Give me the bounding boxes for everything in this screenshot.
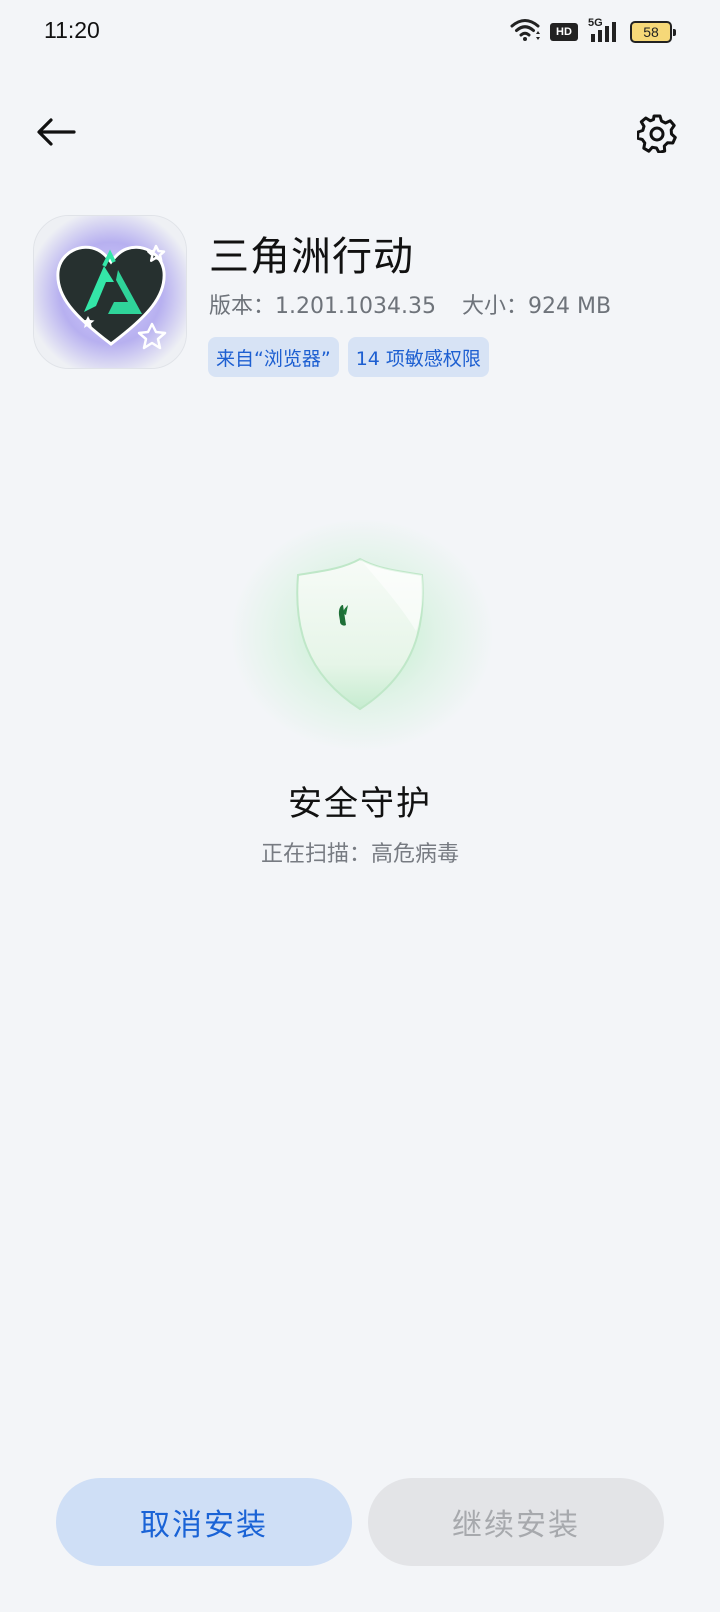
back-button[interactable]: [30, 112, 82, 156]
size-label: 大小：: [461, 294, 528, 319]
shield-icon: [290, 555, 430, 713]
version-label: 版本：: [209, 294, 276, 319]
game-app-icon: [33, 215, 187, 369]
hd-label: HD: [556, 26, 572, 38]
5g-signal-icon: 5G: [588, 17, 620, 44]
scan-title: 安全守护: [288, 784, 432, 824]
scan-subtitle: 正在扫描：高危病毒: [260, 842, 459, 867]
tag-list: 来自“浏览器” 14 项敏感权限: [208, 337, 489, 377]
settings-button[interactable]: [632, 110, 682, 160]
install-screen: 11:20 HD 5G 58 三角洲行动 版本：1.201.1034.35 大小…: [0, 0, 720, 1612]
continue-install-button[interactable]: 继续安装: [368, 1478, 664, 1566]
app-name: 三角洲行动: [209, 234, 414, 280]
wifi-icon: [510, 18, 540, 46]
gear-icon: [636, 113, 677, 157]
status-icons: HD 5G 58: [510, 17, 676, 46]
version-value: 1.201.1034.35: [275, 294, 436, 319]
arrow-left-icon: [36, 117, 76, 151]
status-time: 11:20: [44, 17, 100, 43]
source-tag[interactable]: 来自“浏览器”: [208, 337, 339, 377]
battery-level: 58: [643, 24, 659, 40]
hd-voice-icon: HD: [550, 23, 578, 41]
status-bar: 11:20 HD 5G 58: [0, 0, 720, 64]
size-value: 924 MB: [527, 294, 612, 319]
battery-icon: 58: [630, 21, 676, 43]
cancel-install-button[interactable]: 取消安装: [56, 1478, 352, 1566]
app-meta: 版本：1.201.1034.35 大小：924 MB: [209, 288, 611, 320]
permissions-tag[interactable]: 14 项敏感权限: [347, 337, 489, 377]
